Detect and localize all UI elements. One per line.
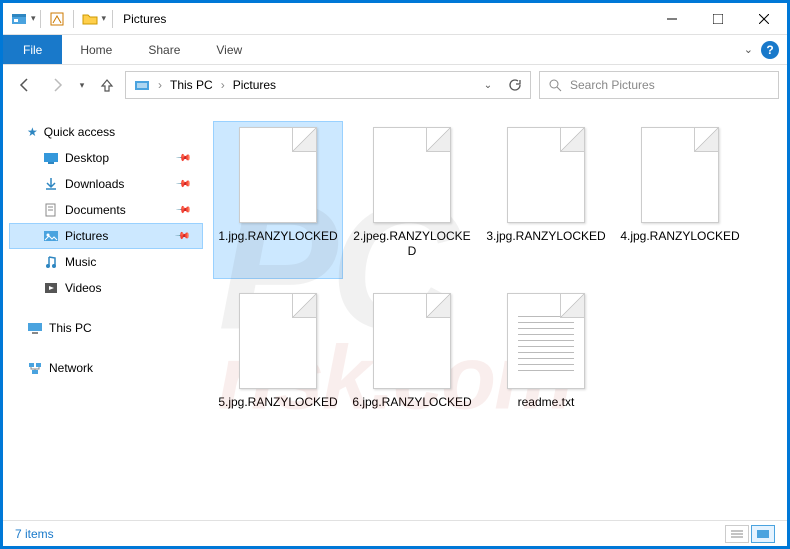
- tree-label: Desktop: [65, 151, 109, 165]
- file-pane[interactable]: 1.jpg.RANZYLOCKED 2.jpeg.RANZYLOCKED 3.jpg…: [203, 105, 787, 520]
- tree-label: Documents: [65, 203, 126, 217]
- breadcrumb[interactable]: This PC: [166, 78, 217, 92]
- generic-file-icon: [507, 127, 585, 223]
- chevron-down-icon[interactable]: ▾: [31, 13, 36, 24]
- sidebar-item-pictures[interactable]: Pictures 📌: [9, 223, 203, 249]
- tree-quick-access[interactable]: ★ Quick access: [9, 119, 203, 145]
- star-icon: ★: [27, 125, 38, 139]
- explorer-window: ▾ ▾ Pictures File Home Share View ⌄ ?: [3, 3, 787, 546]
- status-bar: 7 items: [3, 520, 787, 546]
- tree-label: Pictures: [65, 229, 108, 243]
- tree-label: Music: [65, 255, 96, 269]
- up-button[interactable]: [93, 71, 121, 99]
- this-pc-icon: [27, 320, 43, 336]
- properties-icon[interactable]: [45, 7, 69, 31]
- file-name: 3.jpg.RANZYLOCKED: [486, 229, 605, 244]
- chevron-down-icon[interactable]: ▾: [102, 13, 107, 24]
- documents-icon: [43, 202, 59, 218]
- generic-file-icon: [373, 293, 451, 389]
- qat-separator: [40, 10, 41, 28]
- tree-label: Downloads: [65, 177, 124, 191]
- file-name: 5.jpg.RANZYLOCKED: [218, 395, 337, 410]
- pin-icon: 📌: [173, 228, 190, 245]
- ribbon-tab-share[interactable]: Share: [130, 35, 198, 64]
- close-button[interactable]: [741, 4, 787, 34]
- generic-file-icon: [641, 127, 719, 223]
- sidebar-item-downloads[interactable]: Downloads 📌: [9, 171, 203, 197]
- network-icon: [27, 360, 43, 376]
- ribbon-tab-view[interactable]: View: [198, 35, 260, 64]
- back-button[interactable]: [11, 71, 39, 99]
- videos-icon: [43, 280, 59, 296]
- generic-file-icon: [239, 293, 317, 389]
- help-icon[interactable]: ?: [761, 41, 779, 59]
- ribbon-tab-home[interactable]: Home: [62, 35, 130, 64]
- refresh-button[interactable]: [502, 78, 526, 92]
- pin-icon: 📌: [174, 202, 191, 219]
- forward-button[interactable]: [43, 71, 71, 99]
- chevron-right-icon[interactable]: ›: [219, 78, 227, 92]
- file-name: 2.jpeg.RANZYLOCKED: [351, 229, 473, 259]
- sidebar-item-music[interactable]: Music: [9, 249, 203, 275]
- sidebar-item-documents[interactable]: Documents 📌: [9, 197, 203, 223]
- chevron-right-icon[interactable]: ›: [156, 78, 164, 92]
- tree-this-pc[interactable]: This PC: [9, 315, 203, 341]
- ribbon: File Home Share View ⌄ ?: [3, 35, 787, 65]
- downloads-icon: [43, 176, 59, 192]
- breadcrumb[interactable]: Pictures: [229, 78, 280, 92]
- file-name: readme.txt: [518, 395, 575, 410]
- file-name: 1.jpg.RANZYLOCKED: [218, 229, 337, 244]
- text-file-icon: [507, 293, 585, 389]
- tree-label: Network: [49, 361, 93, 375]
- desktop-icon: [43, 150, 59, 166]
- recent-locations-button[interactable]: ▾: [75, 71, 89, 99]
- search-placeholder: Search Pictures: [570, 78, 655, 92]
- ribbon-file-tab[interactable]: File: [3, 35, 62, 64]
- status-count: 7 items: [15, 527, 54, 541]
- tree-label: This PC: [49, 321, 92, 335]
- thumbnails-view-button[interactable]: [751, 525, 775, 543]
- file-item[interactable]: 4.jpg.RANZYLOCKED: [615, 121, 745, 279]
- address-history-button[interactable]: ⌄: [476, 80, 500, 91]
- titlebar: ▾ ▾ Pictures: [3, 3, 787, 35]
- file-name: 4.jpg.RANZYLOCKED: [620, 229, 739, 244]
- file-item[interactable]: 2.jpeg.RANZYLOCKED: [347, 121, 477, 279]
- qat-separator: [73, 10, 74, 28]
- music-icon: [43, 254, 59, 270]
- file-item[interactable]: 5.jpg.RANZYLOCKED: [213, 287, 343, 445]
- file-item[interactable]: 1.jpg.RANZYLOCKED: [213, 121, 343, 279]
- maximize-button[interactable]: [695, 4, 741, 34]
- address-root-icon[interactable]: [130, 77, 154, 93]
- tree-network[interactable]: Network: [9, 355, 203, 381]
- generic-file-icon: [373, 127, 451, 223]
- file-item[interactable]: readme.txt: [481, 287, 611, 445]
- sidebar-item-videos[interactable]: Videos: [9, 275, 203, 301]
- sidebar-item-desktop[interactable]: Desktop 📌: [9, 145, 203, 171]
- address-bar[interactable]: › This PC › Pictures ⌄: [125, 71, 531, 99]
- expand-ribbon-icon[interactable]: ⌄: [744, 43, 753, 56]
- search-icon: [548, 78, 562, 92]
- app-icon[interactable]: [7, 7, 31, 31]
- search-input[interactable]: Search Pictures: [539, 71, 779, 99]
- window-title: Pictures: [123, 12, 166, 26]
- minimize-button[interactable]: [649, 4, 695, 34]
- pictures-icon: [43, 228, 59, 244]
- details-view-button[interactable]: [725, 525, 749, 543]
- file-item[interactable]: 3.jpg.RANZYLOCKED: [481, 121, 611, 279]
- navbar: ▾ › This PC › Pictures ⌄ Search Pictures: [3, 65, 787, 105]
- nav-pane: ★ Quick access Desktop 📌 Downloads 📌 Doc…: [3, 105, 203, 520]
- file-item[interactable]: 6.jpg.RANZYLOCKED: [347, 287, 477, 445]
- generic-file-icon: [239, 127, 317, 223]
- file-name: 6.jpg.RANZYLOCKED: [352, 395, 471, 410]
- pin-icon: 📌: [174, 150, 191, 167]
- qat-separator: [112, 10, 113, 28]
- pin-icon: 📌: [174, 176, 191, 193]
- tree-label: Videos: [65, 281, 101, 295]
- tree-label: Quick access: [44, 125, 115, 139]
- new-folder-icon[interactable]: [78, 7, 102, 31]
